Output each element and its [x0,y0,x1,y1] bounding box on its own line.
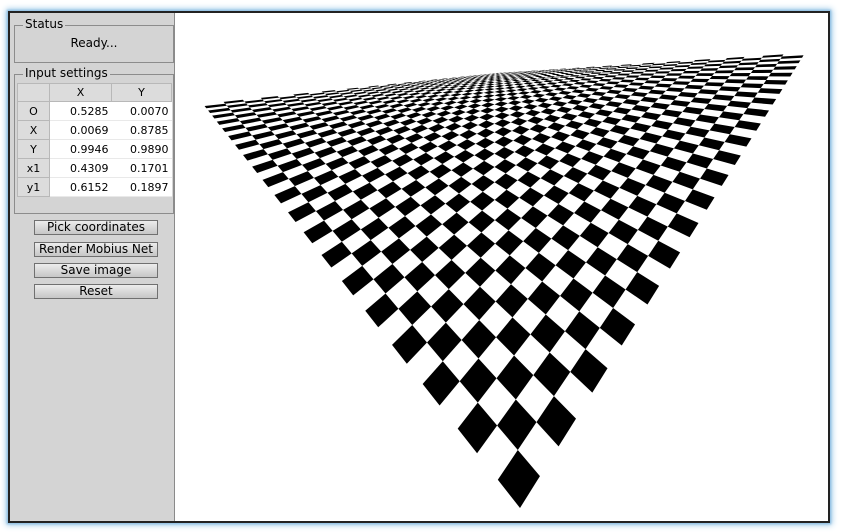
checker-square [700,68,719,71]
checker-square [677,75,696,79]
table-row: y1 0.6152 0.1897 [17,177,172,197]
render-canvas[interactable] [175,13,828,521]
row-header-y1[interactable]: y1 [17,177,50,197]
cell-x1-y[interactable]: 0.1701 [111,158,172,178]
cell-x-y[interactable]: 0.8785 [111,120,172,140]
cell-y-x[interactable]: 0.9946 [49,139,112,159]
status-group: Status Ready... [14,17,174,63]
checker-square [729,73,751,77]
cell-x1-x[interactable]: 0.4309 [49,158,112,178]
checker-square [695,73,715,76]
column-header-x[interactable]: X [49,83,112,102]
checker-square [763,80,788,85]
table-header-row: X Y [17,83,172,102]
input-settings-group: Input settings X Y O 0.5285 0.0070 X 0.0… [14,66,174,214]
cell-y1-y[interactable]: 0.1897 [111,177,172,197]
column-header-y[interactable]: Y [111,83,172,102]
sidebar-panel: Status Ready... Input settings X Y O 0.5 [10,13,175,521]
checker-square [625,75,640,78]
table-row: x1 0.4309 0.1701 [17,158,172,178]
input-settings-title: Input settings [23,66,110,81]
checker-square [746,76,769,81]
cell-y-y[interactable]: 0.9890 [111,139,172,159]
checker-square [670,68,687,72]
checker-square [690,78,710,83]
status-text: Ready... [70,36,118,50]
cell-o-x[interactable]: 0.5285 [49,101,112,121]
checker-square [660,78,678,82]
reset-button[interactable]: Reset [34,284,158,299]
checker-square [724,79,747,84]
table-row: Y 0.9946 0.9890 [17,139,172,159]
checker-square [639,73,655,76]
checker-square [630,71,645,74]
row-header-y[interactable]: Y [17,139,50,159]
main-window: Status Ready... Input settings X Y O 0.5 [8,11,830,523]
checker-square [734,67,756,71]
render-mobius-net-button[interactable]: Render Mobius Net [34,242,158,257]
checker-square [709,76,730,80]
cell-o-y[interactable]: 0.0070 [111,101,172,121]
coordinates-table: X Y O 0.5285 0.0070 X 0.0069 0.8785 Y 0.… [17,83,172,197]
checker-square [682,70,701,74]
checker-square [773,66,797,70]
pick-coordinates-button[interactable]: Pick coordinates [34,220,158,235]
table-corner-header [17,83,50,102]
row-header-x1[interactable]: x1 [17,158,50,178]
save-image-button[interactable]: Save image [34,263,158,278]
checker-square [714,70,735,74]
checker-square [768,72,793,77]
row-header-x[interactable]: X [17,120,50,140]
cell-x-x[interactable]: 0.0069 [49,120,112,140]
status-group-title: Status [23,17,66,32]
mobius-net-image [203,53,805,508]
table-row: X 0.0069 0.8785 [17,120,172,140]
checker-square [665,73,683,76]
row-header-o[interactable]: O [17,101,50,121]
cell-y1-x[interactable]: 0.6152 [49,177,112,197]
checker-square [649,75,666,79]
checker-square [654,71,671,74]
checker-square [750,69,774,74]
checker-square [634,77,650,81]
table-row: O 0.5285 0.0070 [17,101,172,121]
